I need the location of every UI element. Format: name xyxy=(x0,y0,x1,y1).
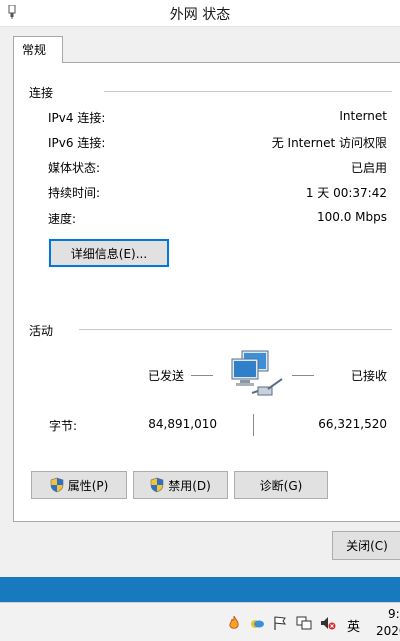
clock-time[interactable]: 9: xyxy=(388,607,400,621)
bytes-label: 字节: xyxy=(49,419,78,433)
flag-icon[interactable] xyxy=(272,615,288,631)
ipv6-label: IPv6 连接: xyxy=(48,136,106,150)
ime-indicator[interactable]: 英 xyxy=(347,616,360,635)
tab-general[interactable]: 常规 xyxy=(13,36,63,63)
connection-section-title: 连接 xyxy=(29,86,54,100)
ipv4-label: IPv4 连接: xyxy=(48,111,106,125)
network-computers-icon xyxy=(231,350,283,396)
bytes-sent-value: 84,891,010 xyxy=(148,417,217,431)
received-line xyxy=(292,375,314,376)
network-tray-icon[interactable] xyxy=(296,615,312,631)
media-state-label: 媒体状态: xyxy=(48,161,101,175)
duration-value: 1 天 00:37:42 xyxy=(305,186,387,200)
close-button[interactable]: 关闭(C) xyxy=(332,531,400,560)
duration-label: 持续时间: xyxy=(48,186,101,200)
flame-icon[interactable] xyxy=(226,615,242,631)
speed-label: 速度: xyxy=(48,212,77,226)
connection-separator xyxy=(104,91,392,92)
cloud-sync-icon[interactable] xyxy=(249,615,265,631)
sent-line xyxy=(191,375,213,376)
network-status-window: 外网 状态 常规 连接 IPv4 连接: Internet IPv6 连接: 无… xyxy=(0,0,400,577)
bytes-divider xyxy=(253,414,254,436)
diagnose-button[interactable]: 诊断(G) xyxy=(234,471,328,499)
ipv4-value: Internet xyxy=(339,109,387,123)
sent-label: 已发送 xyxy=(148,369,185,383)
media-state-value: 已启用 xyxy=(350,161,387,175)
properties-label: 属性(P) xyxy=(67,478,109,493)
activity-separator xyxy=(79,329,392,330)
properties-button[interactable]: 属性(P) xyxy=(31,471,127,499)
volume-muted-icon[interactable] xyxy=(320,615,336,631)
uac-shield-icon xyxy=(150,477,164,493)
taskbar: 英 9: 2020 xyxy=(0,602,400,641)
disable-label: 禁用(D) xyxy=(168,478,211,493)
uac-shield-icon xyxy=(50,477,63,493)
received-label: 已接收 xyxy=(350,369,387,383)
speed-value: 100.0 Mbps xyxy=(316,210,387,224)
details-button[interactable]: 详细信息(E)... xyxy=(49,239,169,267)
activity-section-title: 活动 xyxy=(29,324,54,338)
title-bar[interactable]: 外网 状态 xyxy=(0,0,400,27)
clock-date[interactable]: 2020 xyxy=(376,624,400,638)
ipv6-value: 无 Internet 访问权限 xyxy=(271,136,387,150)
disable-button[interactable]: 禁用(D) xyxy=(133,471,228,499)
tab-panel-general: 连接 IPv4 连接: Internet IPv6 连接: 无 Internet… xyxy=(13,62,400,522)
bytes-received-value: 66,321,520 xyxy=(318,417,387,431)
window-title: 外网 状态 xyxy=(169,7,231,23)
